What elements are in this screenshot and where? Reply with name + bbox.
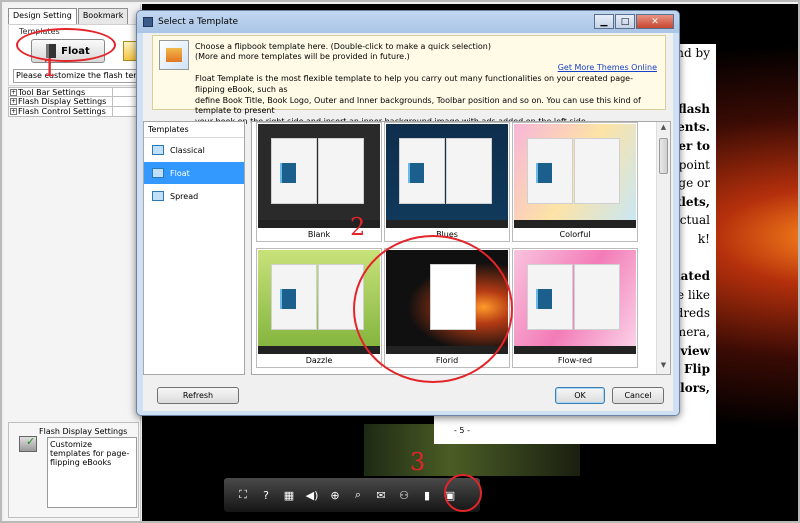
template-description: Float Template is the most flexible temp… — [195, 74, 641, 126]
category-float[interactable]: Float — [144, 162, 244, 184]
blues-preview — [386, 124, 508, 228]
thumbnail-colorful[interactable]: Colorful — [512, 122, 638, 242]
settings-label: Tool Bar Settings — [18, 87, 86, 97]
tool-bar-settings-row[interactable]: + Tool Bar Settings — [8, 87, 139, 97]
dialog-title: Select a Template — [158, 17, 239, 27]
share-icon[interactable]: ⚇ — [395, 486, 413, 504]
spread-template-icon — [152, 191, 164, 201]
cancel-button[interactable]: Cancel — [612, 387, 664, 404]
ok-button[interactable]: OK — [555, 387, 605, 404]
help-title: Flash Display Settings — [39, 427, 128, 436]
thumbnail-blues[interactable]: Blues — [384, 122, 510, 242]
annotation-number-2: 2 — [350, 213, 366, 241]
page-number: - 5 - — [454, 426, 470, 435]
info-box: Choose a flipbook template here. (Double… — [152, 35, 666, 126]
scroll-down-icon[interactable]: ▼ — [657, 361, 670, 373]
tab-design-setting[interactable]: Design Setting — [8, 8, 77, 24]
thumbnail-flow-red[interactable]: Flow-red — [512, 248, 638, 368]
maximize-icon[interactable]: □ — [615, 14, 635, 29]
email-icon[interactable]: ✉ — [372, 486, 390, 504]
annotation-number-1: 1 — [42, 54, 58, 82]
annotation-circle-1 — [16, 28, 116, 62]
settings-value-cell — [112, 107, 138, 116]
settings-label: Flash Control Settings — [18, 107, 106, 116]
sound-icon[interactable]: ◀) — [303, 486, 321, 504]
colorful-preview — [514, 124, 636, 228]
close-icon[interactable]: ✕ — [636, 14, 674, 29]
expand-icon[interactable]: + — [10, 88, 17, 96]
flash-display-settings-row[interactable]: + Flash Display Settings — [8, 97, 139, 107]
fullscreen-icon[interactable]: ⛶ — [234, 486, 252, 504]
expand-icon[interactable]: + — [10, 108, 17, 115]
scroll-thumb[interactable] — [659, 138, 668, 174]
annotation-circle-3 — [444, 474, 482, 512]
settings-value-cell — [112, 88, 138, 96]
thumbnail-scrollbar[interactable]: ▲ ▼ — [656, 122, 670, 374]
flash-control-settings-row[interactable]: + Flash Control Settings — [8, 107, 139, 117]
info-line-2: (More and more templates will be provide… — [195, 52, 410, 61]
scroll-up-icon[interactable]: ▲ — [657, 123, 670, 135]
tab-bookmark[interactable]: Bookmark — [77, 8, 129, 24]
customize-message: Please customize the flash template — [13, 69, 138, 83]
category-list-header: Templates — [144, 122, 244, 138]
category-label: Float — [170, 168, 190, 178]
thumbnail-caption: Colorful — [559, 230, 591, 239]
print-icon[interactable]: ▮ — [418, 486, 436, 504]
template-info-icon — [159, 40, 189, 70]
search-icon[interactable]: ⌕ — [349, 486, 367, 504]
refresh-button[interactable]: Refresh — [157, 387, 239, 404]
category-classical[interactable]: Classical — [144, 139, 244, 161]
float-template-icon — [152, 168, 164, 178]
thumbnail-caption: Dazzle — [305, 356, 333, 365]
settings-tree: + Tool Bar Settings + Flash Display Sett… — [8, 87, 139, 117]
minimize-icon[interactable]: ▁ — [594, 14, 614, 29]
panel-tabs: Design Setting Bookmark — [8, 8, 129, 24]
left-panel: Design Setting Bookmark Templates Float … — [4, 4, 141, 521]
help-icon[interactable]: ? — [257, 486, 275, 504]
annotation-circle-2 — [353, 235, 513, 383]
classical-template-icon — [152, 145, 164, 155]
thumbnail-caption: Flow-red — [557, 356, 593, 365]
zoom-in-icon[interactable]: ⊕ — [326, 486, 344, 504]
template-category-list: Templates Classical Float Spread — [143, 121, 245, 375]
flow-red-preview — [514, 250, 636, 354]
help-text: Customize templates for page-flipping eB… — [47, 437, 137, 508]
dialog-app-icon — [143, 17, 153, 27]
flipbook-toolbar: ⛶ ? ▦ ◀) ⊕ ⌕ ✉ ⚇ ▮ ▣ — [224, 478, 480, 512]
settings-label: Flash Display Settings — [18, 97, 107, 106]
settings-value-cell — [112, 97, 138, 106]
category-label: Classical — [170, 145, 205, 155]
annotation-number-3: 3 — [410, 448, 426, 476]
help-panel: Flash Display Settings Customize templat… — [8, 422, 139, 518]
app-window: Design Setting Bookmark Templates Float … — [0, 0, 800, 523]
settings-check-icon — [19, 435, 37, 452]
expand-icon[interactable]: + — [10, 98, 17, 105]
window-controls: ▁ □ ✕ — [594, 14, 674, 29]
get-more-themes-link[interactable]: Get More Themes Online — [558, 63, 657, 74]
category-label: Spread — [170, 191, 199, 201]
theme-icon[interactable] — [123, 41, 137, 61]
category-spread[interactable]: Spread — [144, 185, 244, 207]
select-template-dialog: Select a Template ▁ □ ✕ Choose a flipboo… — [136, 10, 680, 416]
thumbnails-icon[interactable]: ▦ — [280, 486, 298, 504]
